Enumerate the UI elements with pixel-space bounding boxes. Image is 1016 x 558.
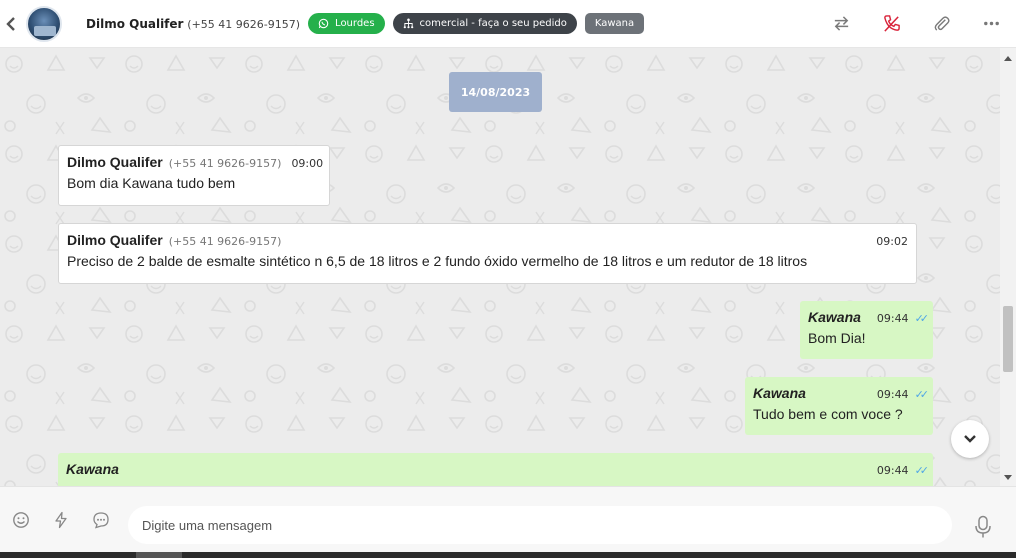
message-incoming[interactable]: Dilmo Qualifer (+55 41 9626-9157) 09:02 …	[58, 223, 917, 284]
scroll-to-bottom-button[interactable]	[951, 420, 989, 458]
emoji-button[interactable]	[1, 500, 41, 540]
read-receipt-icon: ✓✓	[914, 388, 930, 401]
sitemap-icon	[403, 18, 413, 29]
tag-agent[interactable]: Kawana	[584, 13, 645, 34]
message-sender: Dilmo Qualifer	[67, 154, 163, 170]
tag-label: Lourdes	[335, 18, 375, 29]
taskbar-segment	[136, 552, 182, 558]
contact-info[interactable]: Dilmo Qualifer (+55 41 9626-9157)	[86, 17, 300, 31]
date-separator: 14/08/2023	[449, 72, 542, 112]
tag-label: comercial - faça o seu pedido	[419, 18, 567, 29]
scroll-down-arrow[interactable]	[1004, 475, 1012, 480]
message-template-button[interactable]	[81, 500, 121, 540]
tag-queue[interactable]: comercial - faça o seu pedido	[392, 13, 577, 34]
message-sender-phone: (+55 41 9626-9157)	[168, 235, 282, 248]
message-incoming[interactable]: Dilmo Qualifer (+55 41 9626-9157) 09:00 …	[58, 145, 330, 206]
message-time: 09:44	[876, 388, 909, 401]
chevron-left-icon	[6, 16, 15, 31]
read-receipt-icon: ✓✓	[914, 464, 930, 477]
message-template-icon	[93, 511, 109, 528]
scrollbar-thumb[interactable]	[1003, 306, 1013, 372]
chevron-down-icon	[964, 435, 976, 443]
message-outgoing[interactable]: Kawana 09:44 ✓✓	[58, 453, 933, 486]
message-text: Bom dia Kawana tudo bem	[67, 175, 236, 191]
end-conversation-button[interactable]	[866, 0, 916, 48]
message-text: Tudo bem e com voce ?	[753, 406, 903, 422]
message-time: 09:02	[876, 235, 908, 248]
header-actions	[816, 0, 1016, 48]
attach-button[interactable]	[916, 0, 966, 48]
message-text: Bom Dia!	[808, 330, 866, 346]
record-audio-button[interactable]	[966, 510, 1000, 544]
message-outgoing[interactable]: Kawana 09:44 ✓✓ Bom Dia!	[800, 301, 933, 359]
message-sender: Dilmo Qualifer	[67, 232, 163, 248]
message-time: 09:44	[876, 312, 909, 325]
chat-header: Dilmo Qualifer (+55 41 9626-9157) Lourde…	[0, 0, 1016, 48]
contact-phone: (+55 41 9626-9157)	[187, 17, 301, 31]
message-composer	[0, 486, 1016, 552]
chat-scrollbar[interactable]	[1000, 48, 1016, 486]
message-text: Preciso de 2 balde de esmalte sintético …	[67, 253, 808, 269]
more-options-button[interactable]	[966, 0, 1016, 48]
message-sender-phone: (+55 41 9626-9157)	[168, 157, 282, 170]
message-outgoing[interactable]: Kawana 09:44 ✓✓ Tudo bem e com voce ?	[745, 377, 933, 435]
scroll-up-arrow[interactable]	[1004, 56, 1012, 61]
quick-reply-button[interactable]	[41, 500, 81, 540]
quick-reply-icon	[55, 511, 67, 528]
message-sender: Kawana	[753, 385, 806, 401]
message-time: 09:00	[291, 157, 324, 170]
window-bottom-bar	[0, 552, 1016, 558]
message-sender: Kawana	[808, 309, 861, 325]
tag-label: Kawana	[594, 18, 635, 29]
read-receipt-icon: ✓✓	[914, 312, 930, 325]
attach-icon	[934, 16, 950, 31]
end-call-icon	[883, 15, 900, 32]
back-button[interactable]	[0, 0, 22, 48]
chat-messages-area[interactable]: 14/08/2023 Dilmo Qualifer (+55 41 9626-9…	[0, 48, 1000, 486]
avatar[interactable]	[26, 5, 62, 42]
transfer-button[interactable]	[816, 0, 866, 48]
whatsapp-icon	[318, 18, 329, 29]
more-icon	[983, 21, 999, 26]
message-sender: Kawana	[66, 461, 119, 477]
tag-connection[interactable]: Lourdes	[308, 13, 385, 34]
contact-name: Dilmo Qualifer	[86, 16, 184, 31]
microphone-icon	[975, 515, 991, 538]
message-input[interactable]	[128, 506, 952, 544]
transfer-icon	[834, 16, 848, 31]
message-time: 09:44	[876, 464, 909, 477]
emoji-icon	[13, 511, 29, 528]
